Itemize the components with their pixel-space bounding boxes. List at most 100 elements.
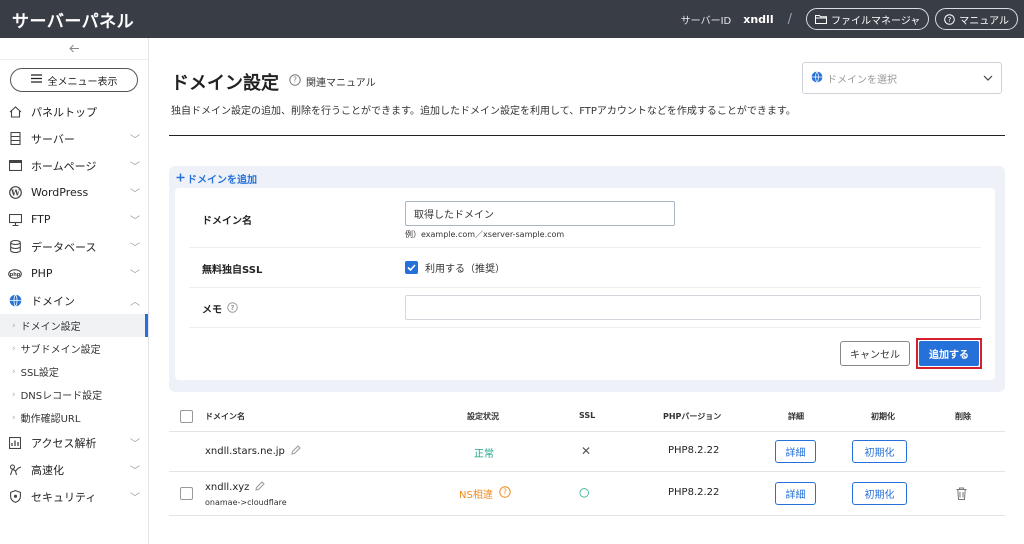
hamburger-icon: [30, 74, 42, 86]
trash-icon[interactable]: [956, 487, 967, 503]
related-manual-link[interactable]: ? 関連マニュアル: [289, 74, 376, 89]
chevron-down-icon: ﹀: [130, 439, 140, 450]
folder-icon: [814, 14, 827, 24]
sidebar-item-ftp[interactable]: FTP ﹀: [0, 206, 148, 233]
chevron-right-icon: ›: [12, 343, 16, 354]
sidebar-subitem-ssl-settings[interactable]: › SSL設定: [0, 360, 148, 383]
sidebar-subitem-subdomain-settings[interactable]: › サブドメイン設定: [0, 337, 148, 360]
sidebar-item-php[interactable]: php PHP ﹀: [0, 260, 148, 287]
select-all-checkbox[interactable]: [180, 410, 193, 423]
svg-text:?: ?: [948, 16, 952, 24]
init-button[interactable]: 初期化: [852, 440, 907, 463]
sidebar-item-server[interactable]: サーバー ﹀: [0, 125, 148, 152]
header-status: 設定状況: [467, 412, 499, 421]
pencil-icon[interactable]: [255, 481, 266, 494]
table-row: xndll.stars.ne.jp 正常 ✕ PHP8.2.22 詳細 初期化: [169, 432, 1005, 472]
monitor-icon: [8, 213, 22, 227]
domain-name-input[interactable]: 取得したドメイン: [405, 201, 675, 226]
header-ssl: SSL: [579, 411, 596, 420]
ssl-status: ○: [579, 485, 590, 499]
sidebar-item-security[interactable]: セキュリティ ﹀: [0, 483, 148, 510]
page-title: ドメイン設定: [171, 73, 279, 94]
sidebar-subitem-test-url[interactable]: › 動作確認URL: [0, 406, 148, 429]
main-content: ドメイン設定 ? 関連マニュアル ドメインを選択 独自ドメイン設定の追加、削除を…: [149, 38, 1024, 544]
status-ns-mismatch: NS相違: [459, 490, 493, 501]
chevron-right-icon: ›: [12, 366, 16, 377]
init-button[interactable]: 初期化: [852, 482, 907, 505]
svg-text:?: ?: [293, 76, 297, 85]
manual-button[interactable]: ? マニュアル: [935, 8, 1018, 30]
header-init: 初期化: [871, 412, 895, 421]
domain-table: ドメイン名 設定状況 SSL PHPバージョン 詳細 初期化 削除 xndll.…: [169, 400, 1005, 516]
form-row-memo: メモ ?: [189, 288, 981, 328]
sidebar-item-database[interactable]: データベース ﹀: [0, 233, 148, 260]
table-header: ドメイン名 設定状況 SSL PHPバージョン 詳細 初期化 削除: [169, 400, 1005, 432]
sidebar-item-label: ドメイン: [31, 294, 75, 308]
sidebar-item-label: PHP: [31, 267, 53, 280]
add-domain-section: ドメインを追加 ドメイン名 取得したドメイン 例）example.com／xse…: [169, 166, 1005, 392]
memo-input[interactable]: [405, 295, 981, 320]
file-manager-label: ファイルマネージャ: [830, 15, 921, 27]
sidebar-item-label: セキュリティ: [31, 490, 97, 504]
server-id-label: サーバーID: [680, 15, 732, 27]
window-icon: [8, 159, 22, 173]
domain-name-hint: 例）example.com／xserver-sample.com: [405, 230, 565, 239]
top-bar-actions: サーバーID xndll / ファイルマネージャ ? マニュアル: [681, 8, 1024, 30]
row-checkbox[interactable]: [180, 487, 193, 500]
header-delete: 削除: [955, 412, 971, 421]
sidebar-subitem-dns-settings[interactable]: › DNSレコード設定: [0, 383, 148, 406]
divider: [169, 135, 1005, 136]
sidebar-item-wordpress[interactable]: W WordPress ﹀: [0, 179, 148, 206]
sidebar-item-speedup[interactable]: 高速化 ﹀: [0, 456, 148, 483]
file-manager-button[interactable]: ファイルマネージャ: [805, 8, 930, 30]
sidebar-item-label: パネルトップ: [31, 105, 97, 119]
header-separator: /: [787, 11, 792, 27]
php-version: PHP8.2.22: [668, 445, 720, 456]
add-domain-toggle[interactable]: ドメインを追加: [176, 171, 257, 186]
chevron-down-icon: ﹀: [130, 189, 140, 200]
sidebar-item-label: データベース: [31, 240, 97, 254]
chevron-up-icon: ︿: [130, 297, 140, 308]
sidebar-item-label: アクセス解析: [31, 436, 97, 450]
detail-button[interactable]: 詳細: [775, 482, 816, 505]
svg-text:?: ?: [231, 303, 235, 311]
detail-button[interactable]: 詳細: [775, 440, 816, 463]
status-cell: NS相違 ?: [459, 486, 511, 501]
sidebar-item-homepage[interactable]: ホームページ ﹀: [0, 152, 148, 179]
sidebar-item-access-analysis[interactable]: アクセス解析 ﹀: [0, 429, 148, 456]
help-icon[interactable]: ?: [499, 486, 511, 501]
home-icon: [8, 105, 22, 119]
all-menu-button[interactable]: 全メニュー表示: [10, 68, 138, 92]
sidebar-item-label: ホームページ: [31, 159, 97, 173]
sidebar-item-label: 高速化: [31, 463, 64, 477]
speed-icon: [8, 463, 22, 477]
chevron-down-icon: ﹀: [130, 466, 140, 477]
chevron-down-icon: ﹀: [130, 162, 140, 173]
cancel-button[interactable]: キャンセル: [840, 341, 910, 366]
ssl-label: 無料独自SSL: [202, 265, 263, 276]
svg-text:php: php: [10, 272, 21, 278]
add-domain-button[interactable]: 追加する: [919, 341, 979, 366]
server-id-value: xndll: [743, 12, 774, 26]
php-version: PHP8.2.22: [668, 487, 720, 498]
server-icon: [8, 132, 22, 146]
ssl-checkbox-label: 利用する（推奨）: [425, 264, 505, 275]
pencil-icon[interactable]: [291, 445, 301, 458]
domain-name: xndll.xyz: [205, 482, 250, 493]
globe-icon: [8, 294, 22, 308]
domain-select[interactable]: ドメインを選択: [802, 62, 1002, 94]
sidebar-item-domain[interactable]: ドメイン ︿: [0, 287, 148, 314]
sidebar-subitem-domain-settings[interactable]: › ドメイン設定: [0, 314, 148, 337]
sidebar-item-panel-top[interactable]: パネルトップ: [0, 98, 148, 125]
chart-icon: [8, 436, 22, 450]
ssl-checkbox[interactable]: 利用する（推奨）: [405, 260, 505, 275]
collapse-sidebar-button[interactable]: [0, 38, 148, 60]
chevron-down-icon: ﹀: [130, 243, 140, 254]
domain-name: xndll.stars.ne.jp: [205, 446, 285, 457]
form-row-domain: ドメイン名 取得したドメイン 例）example.com／xserver-sam…: [189, 188, 981, 248]
sidebar-subitem-label: 動作確認URL: [20, 414, 81, 425]
wordpress-icon: W: [8, 186, 22, 200]
help-icon[interactable]: ?: [227, 301, 238, 316]
sidebar-subitem-label: ドメイン設定: [20, 322, 81, 333]
domain-select-placeholder: ドメインを選択: [827, 74, 897, 86]
